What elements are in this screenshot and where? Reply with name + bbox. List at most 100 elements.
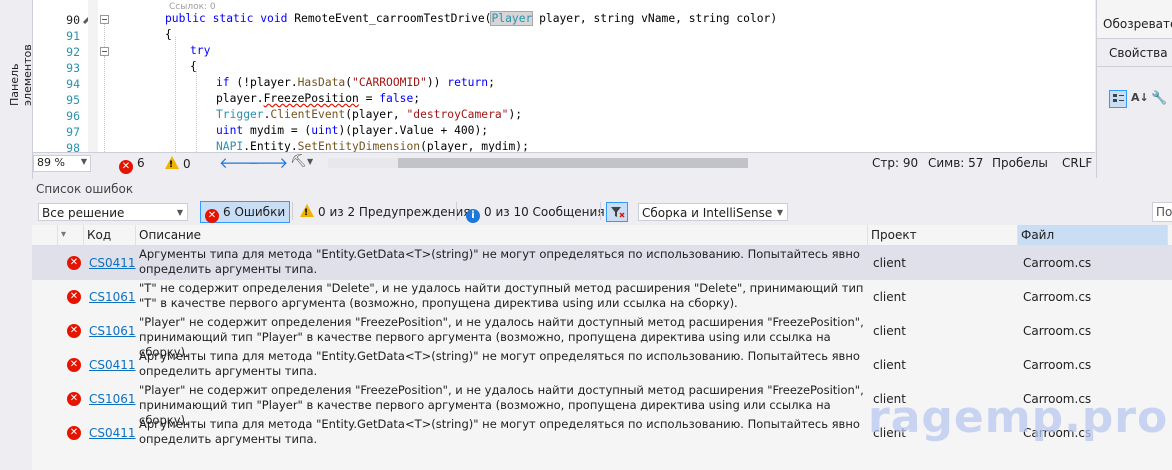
error-icon: ✕: [67, 392, 81, 406]
code-line-97: uint mydim = (uint)(player.Value + 400);: [216, 124, 489, 137]
divider: [1097, 66, 1172, 67]
code-line-96: Trigger.ClientEvent(player, "destroyCame…: [216, 108, 523, 121]
warnings-filter-button[interactable]: ! 0 из 2 Предупреждения: [296, 201, 475, 223]
error-project: client: [873, 256, 906, 270]
column-header-filter[interactable]: ▾: [58, 225, 84, 245]
code-line-90: public static void RemoteEvent_carroomTe…: [165, 11, 778, 26]
line-number: 92: [66, 45, 80, 59]
error-project: client: [873, 324, 906, 338]
error-icon: ✕: [67, 324, 81, 338]
properties-title: Свойства: [1109, 46, 1168, 60]
scroll-thumb[interactable]: [398, 158, 748, 168]
column-header-project[interactable]: Проект: [868, 225, 1018, 245]
error-squiggle: FreezePosition: [263, 92, 359, 105]
code-line-92: try: [190, 44, 211, 57]
build-source-select[interactable]: Сборка и IntelliSense ▼: [638, 203, 788, 221]
column-header-description[interactable]: Описание: [136, 225, 868, 245]
chevron-down-icon: ▼: [80, 157, 87, 166]
categorized-view-button[interactable]: [1109, 90, 1127, 108]
error-code-link[interactable]: CS1061: [89, 290, 136, 304]
line-number: 96: [66, 109, 80, 123]
line-indicator: Стр: 90: [872, 156, 919, 170]
filter-button[interactable]: [606, 202, 628, 222]
table-row[interactable]: ✕ CS1061 "T" не содержит определения "De…: [32, 280, 1172, 314]
info-icon: i: [466, 209, 480, 223]
separator: [600, 202, 601, 220]
table-row[interactable]: ✕ CS0411 Аргументы типа для метода "Enti…: [32, 348, 1172, 382]
error-file: Carroom.cs: [1023, 256, 1092, 270]
zoom-select[interactable]: 89 % ▼: [33, 155, 91, 172]
navigate-forward-icon[interactable]: 🡒: [248, 153, 288, 172]
line-number-gutter: 90 91 92 93 94 95 96 97 98: [33, 0, 85, 152]
table-row[interactable]: ✕ CS1061 "Player" не содержит определени…: [32, 314, 1172, 359]
line-number: 97: [66, 125, 80, 139]
tab-solution-explorer[interactable]: Обозревате: [1103, 17, 1172, 31]
error-icon: ✕: [67, 358, 81, 372]
property-pages-icon[interactable]: 🔧: [1151, 91, 1167, 106]
line-ending-indicator[interactable]: CRLF: [1062, 156, 1092, 170]
watermark-logo: ragemp.pro: [868, 392, 1169, 443]
indent-guide: [196, 69, 197, 152]
line-number: 95: [66, 93, 80, 107]
separator: [456, 202, 457, 220]
error-code-link[interactable]: CS1061: [89, 324, 136, 338]
messages-filter-button[interactable]: i0 из 10 Сообщения: [462, 201, 609, 223]
error-icon: ✕: [205, 209, 219, 223]
line-number: 90: [66, 13, 80, 27]
code-line-91: {: [165, 28, 172, 41]
error-description: Аргументы типа для метода "Entity.GetDat…: [139, 247, 860, 276]
alphabetical-view-icon[interactable]: A↓: [1131, 91, 1149, 104]
chevron-down-icon[interactable]: ▼: [307, 157, 313, 166]
error-count-indicator[interactable]: ✕ 6: [119, 156, 145, 174]
code-line-98: NAPI.Entity.SetEntityDimension(player, m…: [216, 140, 529, 152]
error-file: Carroom.cs: [1023, 290, 1092, 304]
warning-icon: !: [165, 156, 179, 170]
error-code-link[interactable]: CS1061: [89, 392, 136, 406]
indent-guide: [175, 37, 176, 152]
error-description: Аргументы типа для метода "Entity.GetDat…: [139, 349, 860, 378]
error-icon: ✕: [119, 160, 133, 174]
column-header-severity[interactable]: [32, 225, 58, 245]
code-line-94: if (!player.HasData("CARROOMID")) return…: [216, 76, 495, 89]
line-number: 91: [66, 29, 80, 43]
reference-count-hint[interactable]: Ссылок: 0: [169, 2, 216, 12]
column-header-code[interactable]: Код: [84, 225, 136, 245]
horizontal-scrollbar[interactable]: [328, 158, 748, 168]
outline-margin: [88, 0, 98, 152]
error-project: client: [873, 358, 906, 372]
error-code-link[interactable]: CS0411: [89, 256, 136, 270]
outline-guide: [104, 56, 105, 152]
collapse-toggle-icon[interactable]: [100, 15, 109, 24]
errors-filter-button[interactable]: ✕ 6 Ошибки: [200, 201, 291, 223]
error-description: "T" не содержит определения "Delete", и …: [139, 281, 864, 310]
error-icon: ✕: [67, 426, 81, 440]
error-code-link[interactable]: CS0411: [89, 358, 136, 372]
highlighted-symbol: Player: [490, 11, 534, 26]
error-description: Аргументы типа для метода "Entity.GetDat…: [139, 417, 860, 446]
column-header-file[interactable]: Файл: [1018, 225, 1168, 245]
warning-icon: !: [300, 204, 314, 218]
collapse-toggle-icon[interactable]: [100, 47, 109, 56]
error-project: client: [873, 290, 906, 304]
table-row[interactable]: ✕ CS0411 Аргументы типа для метода "Enti…: [32, 246, 1172, 280]
error-icon: ✕: [67, 256, 81, 270]
column-indicator: Симв: 57: [928, 156, 984, 170]
scope-select[interactable]: Все решение ▼: [38, 203, 188, 221]
code-editor[interactable]: 90 91 92 93 94 95 96 97 98 Ссылок: 0 pub…: [33, 0, 1095, 152]
error-file: Carroom.cs: [1023, 324, 1092, 338]
error-code-link[interactable]: CS0411: [89, 426, 136, 440]
warning-count-indicator[interactable]: ! 0: [165, 156, 191, 171]
error-file: Carroom.cs: [1023, 358, 1092, 372]
toolbox-tab[interactable]: Панель элементов: [8, 6, 34, 106]
code-line-93: {: [190, 60, 197, 73]
search-input[interactable]: По: [1152, 202, 1172, 222]
categorized-icon: [1113, 94, 1124, 102]
error-list-toolbar: Все решение ▼ ✕ 6 Ошибки ! 0 из 2 Предупреж…: [32, 199, 1172, 225]
outline-guide: [104, 24, 105, 47]
whitespace-indicator[interactable]: Пробелы: [992, 156, 1048, 170]
right-side-panels: Обозревате Свойства A↓ 🔧: [1096, 0, 1172, 178]
error-list-titlebar: Список ошибок: [32, 179, 1172, 199]
editor-status-bar: 89 % ▼ ✕ 6 ! 0 🡐 🡒 ⛏ ▼ Стр: 90 Симв: 57 Пр…: [33, 152, 1095, 174]
code-cleanup-icon[interactable]: ⛏: [290, 154, 307, 169]
chevron-down-icon: ▼: [176, 208, 183, 217]
